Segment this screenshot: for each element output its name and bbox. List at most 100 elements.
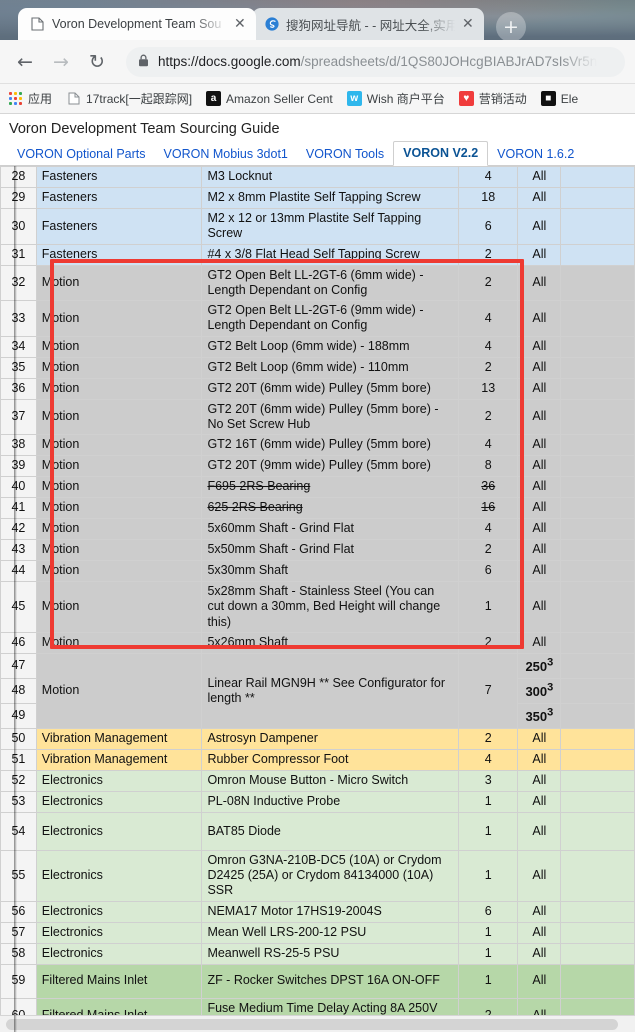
cell-description[interactable]: M3 Locknut (201, 166, 460, 188)
cell-quantity[interactable]: 2 (458, 356, 519, 379)
row-number-header[interactable]: 57 (0, 921, 37, 944)
row-number-header[interactable]: 29 (0, 187, 37, 209)
cell-quantity[interactable]: 4 (458, 300, 519, 337)
cell-description[interactable]: Rubber Compressor Foot (201, 748, 460, 771)
cell-category[interactable]: Vibration Management (35, 727, 203, 750)
cell-description[interactable]: PL-08N Inductive Probe (201, 790, 460, 813)
cell-applies-to[interactable]: All (517, 264, 562, 301)
cell-quantity[interactable]: 36 (458, 476, 519, 498)
cell-category[interactable]: Motion (35, 335, 203, 358)
bookmark-17track[interactable]: 17track[一起跟踪网] (66, 90, 192, 107)
cell-empty[interactable] (560, 476, 635, 498)
cell-category[interactable]: Electronics (35, 811, 203, 851)
cell-applies-to[interactable]: All (517, 377, 562, 400)
table-row[interactable]: 50 Vibration Management Astrosyn Dampener 2… (0, 727, 635, 750)
row-number-header[interactable]: 37 (0, 398, 37, 435)
cell-description[interactable]: Omron G3NA-210B-DC5 (10A) or Crydom D242… (201, 849, 460, 902)
close-icon[interactable]: ✕ (462, 17, 476, 31)
cell-empty[interactable] (560, 921, 635, 944)
bookmark-wish[interactable]: w Wish 商户平台 (346, 90, 445, 107)
cell-applies-to[interactable]: All (517, 631, 562, 654)
row-number-header[interactable]: 31 (0, 243, 37, 266)
browser-tab-inactive[interactable]: 搜狗网址导航 - - 网址大全,实用 ✕ (252, 8, 484, 40)
cell-applies-to[interactable]: All (517, 900, 562, 923)
cell-applies-to[interactable]: All (517, 335, 562, 358)
cell-applies-to[interactable]: All (517, 455, 562, 477)
table-row[interactable]: 37 Motion GT2 20T (6mm wide) Pulley (5mm b… (0, 398, 635, 435)
cell-category[interactable]: Motion (35, 455, 203, 477)
cell-empty[interactable] (560, 942, 635, 965)
cell-empty[interactable] (560, 631, 635, 654)
cell-category[interactable]: Electronics (35, 900, 203, 923)
cell-description[interactable]: BAT85 Diode (201, 811, 460, 851)
cell-category[interactable]: Electronics (35, 849, 203, 902)
row-number-header[interactable]: 51 (0, 748, 37, 771)
row-number-header[interactable]: 42 (0, 518, 37, 540)
cell-category[interactable]: Motion (35, 497, 203, 519)
table-row[interactable]: 38 Motion GT2 16T (6mm wide) Pulley (5mm b… (0, 434, 635, 456)
row-number-header[interactable]: 33 (0, 300, 37, 337)
table-row[interactable]: 52 Electronics Omron Mouse Button - Micro … (0, 769, 635, 792)
cell-description[interactable]: GT2 20T (6mm wide) Pulley (5mm bore) - N… (201, 398, 460, 435)
cell-category[interactable]: Motion (35, 434, 203, 456)
cell-build-size[interactable]: 3003 (517, 677, 562, 704)
cell-description[interactable]: Linear Rail MGN9H ** See Configurator fo… (201, 652, 460, 729)
cell-empty[interactable] (560, 187, 635, 209)
table-row[interactable]: 31 Fasteners #4 x 3/8 Flat Head Self Tappi… (0, 243, 635, 266)
table-row[interactable]: 29 Fasteners M2 x 8mm Plastite Self Tappin… (0, 187, 635, 209)
cell-category[interactable]: Fasteners (35, 208, 203, 245)
table-row[interactable]: 55 Electronics Omron G3NA-210B-DC5 (10A) o… (0, 849, 635, 902)
cell-empty[interactable] (560, 300, 635, 337)
cell-quantity[interactable]: 2 (458, 727, 519, 750)
cell-category[interactable]: Fasteners (35, 187, 203, 209)
table-row[interactable]: 30 Fasteners M2 x 12 or 13mm Plastite Self… (0, 208, 635, 245)
cell-applies-to[interactable]: All (517, 518, 562, 540)
row-number-header[interactable]: 49 (0, 702, 37, 729)
cell-description[interactable]: Meanwell RS-25-5 PSU (201, 942, 460, 965)
cell-description[interactable]: M2 x 8mm Plastite Self Tapping Screw (201, 187, 460, 209)
table-row[interactable]: 56 Electronics NEMA17 Motor 17HS19-2004S 6 A… (0, 900, 635, 923)
cell-description[interactable]: GT2 20T (6mm wide) Pulley (5mm bore) (201, 377, 460, 400)
cell-quantity[interactable]: 4 (458, 434, 519, 456)
cell-applies-to[interactable]: All (517, 166, 562, 188)
new-tab-button[interactable]: + (496, 12, 526, 40)
row-number-header[interactable]: 44 (0, 560, 37, 582)
cell-applies-to[interactable]: All (517, 790, 562, 813)
cell-description[interactable]: GT2 20T (9mm wide) Pulley (5mm bore) (201, 455, 460, 477)
cell-description[interactable]: GT2 Open Belt LL-2GT-6 (9mm wide) - Leng… (201, 300, 460, 337)
cell-empty[interactable] (560, 264, 635, 301)
cell-quantity[interactable]: 4 (458, 335, 519, 358)
cell-category[interactable]: Motion (35, 377, 203, 400)
sheet-tab-voron-1-6-2[interactable]: VORON 1.6.2 (488, 143, 583, 166)
cell-category[interactable]: Motion (35, 300, 203, 337)
row-number-header[interactable]: 47 (0, 652, 37, 679)
cell-empty[interactable] (560, 497, 635, 519)
cell-quantity[interactable]: 3 (458, 769, 519, 792)
cell-category[interactable]: Filtered Mains Inlet (35, 963, 203, 999)
table-row[interactable]: 58 Electronics Meanwell RS-25-5 PSU 1 All (0, 942, 635, 965)
bookmark-apps[interactable]: 应用 (8, 90, 52, 107)
cell-quantity[interactable]: 1 (458, 581, 519, 633)
table-row[interactable]: 40 Motion F695 2RS Bearing 36 All (0, 476, 635, 498)
table-row[interactable]: 54 Electronics BAT85 Diode 1 All (0, 811, 635, 851)
cell-applies-to[interactable]: All (517, 748, 562, 771)
cell-applies-to[interactable]: All (517, 187, 562, 209)
cell-category[interactable]: Electronics (35, 769, 203, 792)
cell-category[interactable]: Motion (35, 652, 203, 729)
row-number-header[interactable]: 53 (0, 790, 37, 813)
cell-applies-to[interactable]: All (517, 476, 562, 498)
cell-quantity[interactable]: 1 (458, 811, 519, 851)
cell-description[interactable]: Mean Well LRS-200-12 PSU (201, 921, 460, 944)
cell-description[interactable]: GT2 Open Belt LL-2GT-6 (6mm wide) - Leng… (201, 264, 460, 301)
cell-build-size[interactable]: 3503 (517, 702, 562, 729)
table-row[interactable]: 44 Motion 5x30mm Shaft 6 All (0, 560, 635, 582)
cell-empty[interactable] (560, 434, 635, 456)
cell-quantity[interactable]: 2 (458, 398, 519, 435)
cell-category[interactable]: Motion (35, 581, 203, 633)
scrollbar-thumb[interactable] (6, 1019, 618, 1030)
sheet-tab-voron-tools[interactable]: VORON Tools (297, 143, 393, 166)
row-number-header[interactable]: 54 (0, 811, 37, 851)
cell-category[interactable]: Fasteners (35, 243, 203, 266)
table-row[interactable]: 32 Motion GT2 Open Belt LL-2GT-6 (6mm wide… (0, 264, 635, 301)
cell-category[interactable]: Motion (35, 398, 203, 435)
